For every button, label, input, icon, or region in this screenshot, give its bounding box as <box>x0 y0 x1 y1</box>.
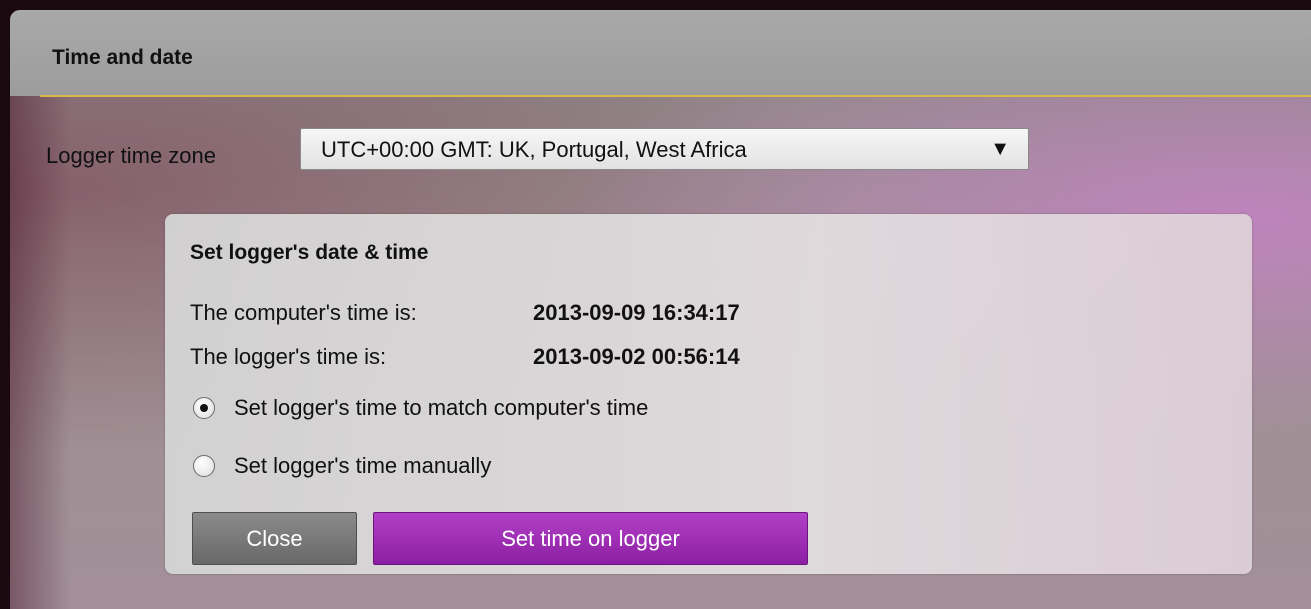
timezone-label: Logger time zone <box>46 143 216 168</box>
radio-button-checked[interactable] <box>193 397 215 419</box>
set-time-panel: Set logger's date & time The computer's … <box>165 214 1252 574</box>
timezone-select[interactable]: UTC+00:00 GMT: UK, Portugal, West Africa… <box>300 128 1029 170</box>
logger-time-value: 2013-09-02 00:56:14 <box>533 344 740 369</box>
triangle-down-icon[interactable]: ▼ <box>990 138 1010 161</box>
radio-label-match-computer[interactable]: Set logger's time to match computer's ti… <box>234 395 648 421</box>
radio-selected-dot <box>200 404 208 412</box>
time-and-date-window: Time and date Logger time zone UTC+00:00… <box>10 10 1311 609</box>
title-bar: Time and date <box>10 10 1311 96</box>
computer-time-label: The computer's time is: <box>190 300 417 325</box>
panel-title: Set logger's date & time <box>190 241 429 264</box>
timezone-selected-value: UTC+00:00 GMT: UK, Portugal, West Africa <box>321 137 747 162</box>
logger-time-label: The logger's time is: <box>190 344 387 369</box>
computer-time-value: 2013-09-09 16:34:17 <box>533 300 740 325</box>
radio-button-unchecked[interactable] <box>193 455 215 477</box>
title-divider <box>40 95 1311 97</box>
window-edge-shade <box>10 10 70 609</box>
window-title: Time and date <box>52 46 193 69</box>
radio-label-manual[interactable]: Set logger's time manually <box>234 453 491 479</box>
set-time-button[interactable]: Set time on logger <box>373 512 808 565</box>
close-button[interactable]: Close <box>192 512 357 565</box>
